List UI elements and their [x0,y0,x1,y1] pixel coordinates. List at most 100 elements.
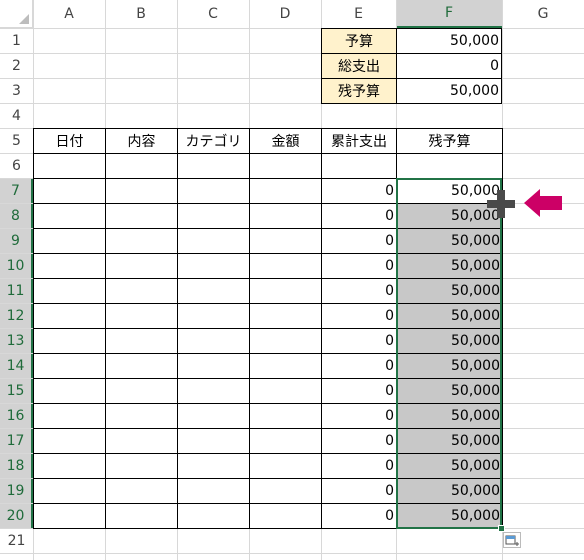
cumulative-expense-cell[interactable]: 0 [321,478,396,503]
cumulative-expense-cell[interactable]: 0 [321,453,396,478]
table-cell[interactable] [177,203,249,228]
table-cell[interactable] [33,453,105,478]
table-cell[interactable] [177,378,249,403]
table-header-remaining-budget[interactable]: 残予算 [396,128,502,153]
table-cell[interactable] [177,253,249,278]
fill-handle[interactable] [498,525,505,532]
remaining-budget-cell[interactable]: 50,000 [396,478,502,503]
cumulative-expense-cell[interactable]: 0 [321,303,396,328]
table-cell[interactable] [105,503,177,528]
table-cell[interactable] [249,378,321,403]
table-cell[interactable] [105,328,177,353]
table-cell[interactable] [105,278,177,303]
table-cell[interactable] [105,228,177,253]
remaining-budget-cell[interactable]: 50,000 [396,503,502,528]
table-cell[interactable] [105,453,177,478]
table-cell[interactable] [321,153,396,178]
row-header-21[interactable]: 21 [0,528,33,553]
row-header-7[interactable]: 7 [0,178,33,203]
table-cell[interactable] [249,353,321,378]
table-cell[interactable] [249,178,321,203]
budget-value[interactable]: 50,000 [396,28,502,54]
table-cell[interactable] [177,503,249,528]
remaining-budget-cell[interactable]: 50,000 [396,228,502,253]
table-cell[interactable] [33,303,105,328]
table-cell[interactable] [33,178,105,203]
remaining-budget-cell[interactable]: 50,000 [396,453,502,478]
column-header-b[interactable]: B [105,0,177,28]
row-header-2[interactable]: 2 [0,53,33,78]
cumulative-expense-cell[interactable]: 0 [321,378,396,403]
table-cell[interactable] [33,278,105,303]
table-header-amount[interactable]: 金額 [249,128,321,153]
table-cell[interactable] [177,428,249,453]
table-cell[interactable] [177,328,249,353]
table-cell[interactable] [249,478,321,503]
column-header-d[interactable]: D [249,0,321,28]
row-header-4[interactable]: 4 [0,103,33,128]
table-cell[interactable] [177,353,249,378]
table-cell[interactable] [105,478,177,503]
column-header-e[interactable]: E [321,0,396,28]
row-header-17[interactable]: 17 [0,428,33,453]
table-header-description[interactable]: 内容 [105,128,177,153]
table-cell[interactable] [33,228,105,253]
table-cell[interactable] [249,403,321,428]
table-cell[interactable] [177,228,249,253]
budget-label[interactable]: 予算 [321,28,397,54]
cumulative-expense-cell[interactable]: 0 [321,228,396,253]
column-header-a[interactable]: A [33,0,105,28]
table-cell[interactable] [105,353,177,378]
row-header-10[interactable]: 10 [0,253,33,278]
row-header-18[interactable]: 18 [0,453,33,478]
remaining-budget-cell[interactable]: 50,000 [396,378,502,403]
table-cell[interactable] [33,403,105,428]
select-all-corner[interactable] [0,0,33,28]
table-cell[interactable] [33,478,105,503]
remaining-budget-label[interactable]: 残予算 [321,78,397,104]
table-cell[interactable] [249,303,321,328]
table-cell[interactable] [177,453,249,478]
table-cell[interactable] [177,153,249,178]
table-cell[interactable] [33,378,105,403]
row-header-13[interactable]: 13 [0,328,33,353]
cumulative-expense-cell[interactable]: 0 [321,253,396,278]
remaining-budget-value[interactable]: 50,000 [396,78,502,104]
row-header-5[interactable]: 5 [0,128,33,153]
table-cell[interactable] [33,353,105,378]
table-header-cumulative-expense[interactable]: 累計支出 [321,128,396,153]
cumulative-expense-cell[interactable]: 0 [321,353,396,378]
cumulative-expense-cell[interactable]: 0 [321,178,396,203]
table-header-category[interactable]: カテゴリ [177,128,249,153]
table-cell[interactable] [105,378,177,403]
column-header-c[interactable]: C [177,0,249,28]
table-cell[interactable] [105,203,177,228]
table-cell[interactable] [105,428,177,453]
remaining-budget-cell[interactable]: 50,000 [396,428,502,453]
table-cell[interactable] [249,153,321,178]
row-header-12[interactable]: 12 [0,303,33,328]
remaining-budget-cell[interactable]: 50,000 [396,253,502,278]
total-expense-label[interactable]: 総支出 [321,53,397,79]
row-header-16[interactable]: 16 [0,403,33,428]
table-cell[interactable] [249,328,321,353]
cumulative-expense-cell[interactable]: 0 [321,403,396,428]
remaining-budget-cell[interactable]: 50,000 [396,278,502,303]
remaining-budget-cell[interactable]: 50,000 [396,328,502,353]
table-cell[interactable] [177,278,249,303]
remaining-budget-cell[interactable]: 50,000 [396,353,502,378]
table-cell[interactable] [33,253,105,278]
total-expense-value[interactable]: 0 [396,53,502,79]
table-cell[interactable] [177,478,249,503]
table-cell[interactable] [396,153,502,178]
table-cell[interactable] [33,153,105,178]
row-header-20[interactable]: 20 [0,503,33,528]
cumulative-expense-cell[interactable]: 0 [321,428,396,453]
cumulative-expense-cell[interactable]: 0 [321,203,396,228]
row-header-15[interactable]: 15 [0,378,33,403]
column-header-f[interactable]: F [396,0,502,28]
table-cell[interactable] [177,178,249,203]
table-cell[interactable] [105,303,177,328]
table-cell[interactable] [249,228,321,253]
row-header-11[interactable]: 11 [0,278,33,303]
